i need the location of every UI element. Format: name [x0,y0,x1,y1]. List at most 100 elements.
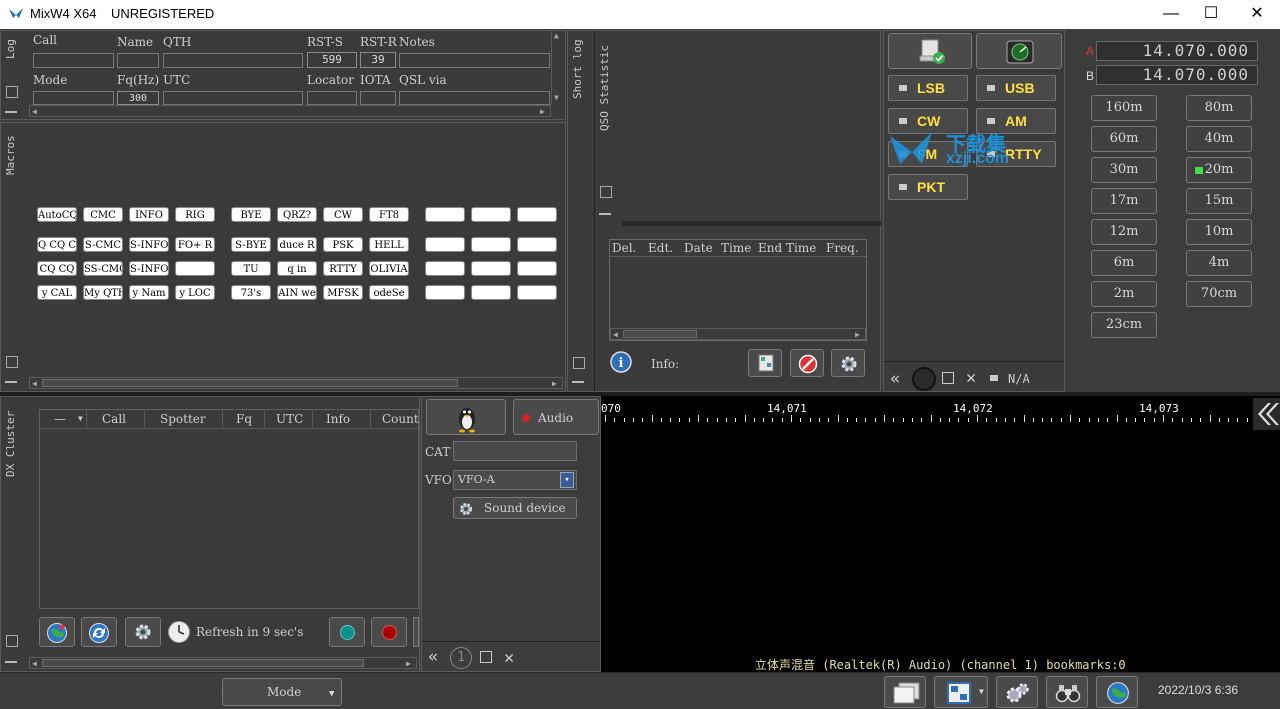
band-button-160m[interactable]: 160m [1091,95,1157,121]
macro-button[interactable]: CQ CQ [37,261,77,276]
qsl-via-input[interactable] [399,91,550,105]
audio-button[interactable]: Audio [513,399,599,435]
macro-button[interactable] [471,285,511,300]
settings-button[interactable] [996,676,1038,708]
dx-column-header[interactable]: UTC [276,412,303,426]
band-button-2m[interactable]: 2m [1091,281,1157,307]
macro-button[interactable]: HELL [369,237,409,252]
macro-button[interactable]: odeSe [369,285,409,300]
dx-refresh-button[interactable] [81,617,117,647]
windows-cascade-button[interactable] [884,676,926,708]
band-button-6m[interactable]: 6m [1091,250,1157,276]
band-button-17m[interactable]: 17m [1091,188,1157,214]
close-x-icon[interactable]: ✕ [504,648,514,668]
radar-button[interactable] [976,33,1062,69]
dx-column-header[interactable]: Info [326,412,350,426]
macro-button[interactable]: y LOC [175,285,215,300]
macro-button[interactable]: FT8 [369,207,409,222]
log-scrollbar-h[interactable]: ◀ ▶ [29,105,551,117]
macro-button[interactable]: AutoCQ [37,207,77,222]
vfo-select[interactable]: VFO-A ▾ [453,470,577,490]
macro-button[interactable]: RIG [175,207,215,222]
macro-button[interactable] [471,261,511,276]
sound-device-button[interactable]: Sound device [453,497,577,519]
short-log-tab[interactable]: Short log [571,35,584,99]
macro-button[interactable]: S-BYE [231,237,271,252]
close-button[interactable]: ✕ [1234,0,1280,29]
dx-globe-button[interactable] [39,617,75,647]
dx-connect-button[interactable] [329,617,365,647]
macros-tab[interactable]: Macros [4,127,17,175]
dx-settings-button[interactable] [125,617,161,647]
chevron-down-icon[interactable]: ▼ [78,414,83,423]
short-log-column-header[interactable]: Edt. [648,241,673,255]
layout-button[interactable]: ▼ [934,676,988,708]
cat-field[interactable] [453,441,577,461]
short-log-settings-button[interactable] [831,349,865,377]
macro-button[interactable] [175,261,215,276]
utc-input[interactable] [163,91,303,105]
stop-square-icon[interactable] [480,651,492,663]
double-chevron-left-icon[interactable]: « [890,369,900,389]
macro-button[interactable]: BYE [231,207,271,222]
macro-button[interactable]: 73's [231,285,271,300]
macro-button[interactable]: MFSK [323,285,363,300]
short-log-column-header[interactable]: Date [684,241,713,255]
close-x-icon[interactable]: ✕ [966,368,976,388]
band-button-20m[interactable]: 20m [1186,157,1252,183]
notes-input[interactable] [399,53,550,68]
qth-input[interactable] [163,53,303,68]
rst-r-input[interactable]: 39 [360,52,396,68]
macro-button[interactable]: AIN we [277,285,317,300]
macro-button[interactable] [471,207,511,222]
record-circle-icon[interactable] [912,367,936,391]
rst-s-input[interactable]: 599 [307,52,357,68]
dx-column-header[interactable]: Call [102,412,126,426]
macro-button[interactable]: S-CMC [83,237,123,252]
dx-cluster-tab[interactable]: DX Cluster [4,401,17,477]
chevron-down-icon[interactable]: ▾ [560,472,574,488]
maximize-button[interactable]: ☐ [1188,0,1234,29]
macro-button[interactable] [425,285,465,300]
dx-column-header[interactable]: Spotter [160,412,206,426]
vfo-a-frequency[interactable]: 14.070.000 [1096,41,1258,61]
macro-button[interactable]: RTTY [323,261,363,276]
iota-input[interactable] [360,91,396,105]
mode-dropdown-button[interactable]: Mode ▼ [222,678,342,706]
band-button-10m[interactable]: 10m [1186,219,1252,245]
vfo-b-frequency[interactable]: 14.070.000 [1096,65,1258,85]
mode-button-usb[interactable]: USB [976,75,1056,101]
macro-button[interactable] [425,261,465,276]
band-button-80m[interactable]: 80m [1186,95,1252,121]
short-log-column-header[interactable]: Freq. [826,241,859,255]
mode-input[interactable] [33,91,114,105]
macro-button[interactable]: PSK [323,237,363,252]
macro-button[interactable] [425,207,465,222]
qso-statistic-tab[interactable]: QSO Statistic [598,35,611,131]
dx-column-header[interactable]: — [54,412,66,426]
float-panel-icon[interactable] [6,356,18,368]
macro-button[interactable] [517,237,557,252]
waterfall-display[interactable]: 070 14,071 14,072 14,073 立体声混音 (Realtek(R) … [601,396,1280,672]
stop-square-icon[interactable] [942,372,954,384]
waterfall-collapse-button[interactable] [1253,398,1280,430]
globe-map-button[interactable] [1096,676,1138,708]
double-chevron-left-icon[interactable]: « [428,647,438,667]
short-log-scrollbar-h[interactable]: ◀ ▶ [610,328,866,340]
dx-scrollbar-h[interactable]: ◀ ▶ [29,657,417,669]
macro-button[interactable]: FO+ R [175,237,215,252]
short-log-column-header[interactable]: End Time [758,241,816,255]
band-button-70cm[interactable]: 70cm [1186,281,1252,307]
locator-input[interactable] [307,91,357,105]
macro-button[interactable]: CW [323,207,363,222]
band-button-30m[interactable]: 30m [1091,157,1157,183]
dx-column-header[interactable]: Count [382,412,419,426]
macro-button[interactable]: QRZ? [277,207,317,222]
short-log-column-header[interactable]: Time [721,241,751,255]
macro-button[interactable]: My QTH [83,285,123,300]
float-panel-icon[interactable] [6,635,18,647]
float-panel-icon[interactable] [600,186,612,198]
mode-button-pkt[interactable]: PKT [888,174,968,200]
fq-input[interactable]: 300 [117,91,159,105]
macro-button[interactable]: duce R [277,237,317,252]
